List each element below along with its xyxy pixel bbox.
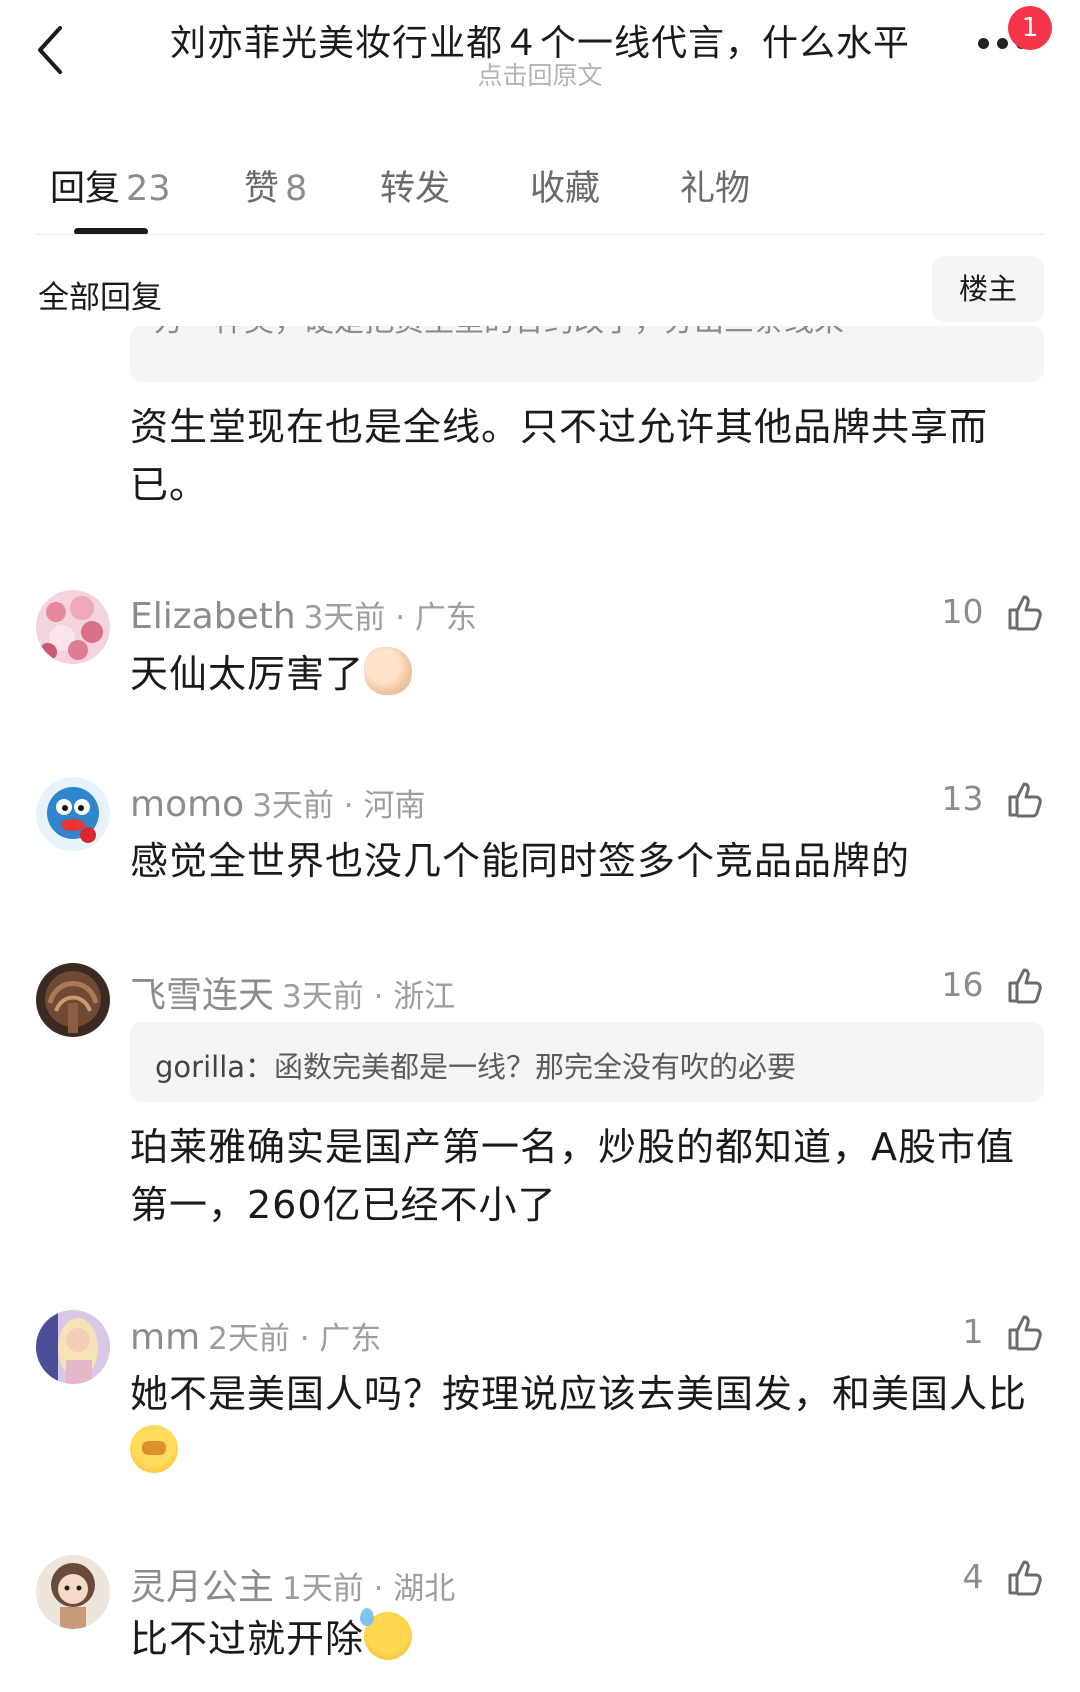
tab-divider bbox=[36, 234, 1044, 235]
tab-label: 礼物 bbox=[680, 169, 751, 209]
comment-text: 她不是美国人吗？按理说应该去美国发，和美国人比 bbox=[130, 1365, 1050, 1481]
like-button[interactable]: 1 bbox=[864, 1310, 1044, 1352]
author-name: mm bbox=[130, 1317, 201, 1358]
comment-meta: 2天前 · 广东 bbox=[208, 1321, 382, 1357]
section-title: 全部回复 bbox=[38, 280, 162, 316]
author-name: momo bbox=[130, 784, 245, 825]
comment-author[interactable]: 飞雪连天 3天前 · 浙江 bbox=[130, 966, 455, 1018]
like-count: 4 bbox=[962, 1557, 984, 1596]
avatar[interactable] bbox=[36, 1310, 110, 1384]
thumbs-up-emoji bbox=[364, 647, 413, 695]
comment-author[interactable]: mm 2天前 · 广东 bbox=[130, 1313, 381, 1358]
thumbs-up-outline-icon bbox=[1008, 1560, 1042, 1595]
chevron-left-icon bbox=[38, 26, 62, 74]
author-name: Elizabeth bbox=[130, 596, 296, 637]
like-count: 13 bbox=[941, 779, 984, 818]
quoted-reply-text: 函数完美都是一线？那完全没有吹的必要 bbox=[274, 1050, 797, 1084]
comment-meta: 3天前 · 河南 bbox=[252, 788, 426, 824]
avatar-image bbox=[36, 1310, 110, 1384]
quoted-reply[interactable]: 方一样美，硬是把资生堂的合约改了，分出三条线来 bbox=[130, 326, 1044, 382]
avatar[interactable] bbox=[36, 1555, 110, 1629]
comment-text: 天仙太厉害了 bbox=[130, 645, 1050, 703]
avatar-image bbox=[36, 590, 110, 664]
tab-count: 23 bbox=[126, 169, 171, 209]
comment-text-content: 比不过就开除 bbox=[130, 1617, 365, 1661]
author-name: 灵月公主 bbox=[130, 1567, 275, 1608]
thumbs-up-outline-icon bbox=[1008, 595, 1042, 630]
quoted-reply-text: 方一样美，硬是把资生堂的合约改了，分出三条线来 bbox=[154, 326, 844, 340]
tab-reposts[interactable]: 转发 bbox=[380, 160, 450, 211]
comment-author[interactable]: 灵月公主 1天前 · 湖北 bbox=[130, 1558, 455, 1610]
tab-gifts[interactable]: 礼物 bbox=[680, 160, 750, 211]
back-button[interactable] bbox=[30, 22, 80, 78]
tab-label: 回复 bbox=[50, 169, 121, 209]
tab-label: 收藏 bbox=[530, 169, 601, 209]
avatar-image bbox=[36, 963, 110, 1037]
comment-text-content: 天仙太厉害了 bbox=[130, 652, 365, 696]
comment-text: 感觉全世界也没几个能同时签多个竞品品牌的 bbox=[130, 839, 911, 883]
comment-author[interactable]: Elizabeth 3天前 · 广东 bbox=[130, 592, 477, 637]
like-button[interactable]: 13 bbox=[864, 777, 1044, 819]
comment-text: 珀莱雅确实是国产第一名，炒股的都知道，A股市值第一，260亿已经不小了 bbox=[130, 1125, 1015, 1227]
face-with-hand-over-mouth-emoji bbox=[130, 1425, 178, 1473]
more-dot bbox=[997, 38, 1008, 49]
comment-text-content: 她不是美国人吗？按理说应该去美国发，和美国人比 bbox=[130, 1372, 1028, 1416]
like-button[interactable]: 4 bbox=[864, 1555, 1044, 1597]
avatar[interactable] bbox=[36, 590, 110, 664]
like-count: 1 bbox=[962, 1312, 984, 1351]
avatar[interactable] bbox=[36, 963, 110, 1037]
like-count: 16 bbox=[941, 965, 984, 1004]
comment-meta: 3天前 · 浙江 bbox=[282, 979, 456, 1015]
like-count: 10 bbox=[941, 592, 984, 631]
like-button[interactable]: 10 bbox=[864, 590, 1044, 632]
notification-badge: 1 bbox=[1008, 6, 1052, 50]
comment-text: 比不过就开除 bbox=[130, 1608, 1050, 1668]
quoted-author: gorilla： bbox=[155, 1050, 275, 1084]
tab-count: 8 bbox=[285, 169, 308, 209]
tab-label: 转发 bbox=[380, 169, 451, 209]
comment-meta: 1天前 · 湖北 bbox=[282, 1571, 456, 1607]
downcast-face-with-sweat-emoji bbox=[360, 1608, 413, 1660]
tab-likes[interactable]: 赞8 bbox=[244, 160, 307, 211]
author-name: 飞雪连天 bbox=[130, 975, 275, 1016]
comment-author[interactable]: momo 3天前 · 河南 bbox=[130, 780, 425, 825]
avatar[interactable] bbox=[36, 777, 110, 851]
comment-meta: 3天前 · 广东 bbox=[303, 600, 477, 636]
thumbs-up-outline-icon bbox=[1008, 1315, 1042, 1350]
like-button[interactable]: 16 bbox=[864, 963, 1044, 1005]
avatar-image bbox=[36, 1555, 110, 1629]
more-dots-icon bbox=[978, 38, 989, 49]
owner-only-button[interactable]: 楼主 bbox=[932, 256, 1044, 322]
quoted-reply[interactable]: gorilla：函数完美都是一线？那完全没有吹的必要 bbox=[130, 1022, 1044, 1102]
tab-replies[interactable]: 回复 23 bbox=[50, 160, 171, 211]
thumbs-up-outline-icon bbox=[1008, 968, 1042, 1003]
comment-text: 资生堂现在也是全线。只不过允许其他品牌共享而已。 bbox=[130, 405, 989, 507]
tab-label: 赞 bbox=[244, 169, 280, 209]
tab-favorites[interactable]: 收藏 bbox=[530, 160, 600, 211]
thumbs-up-outline-icon bbox=[1008, 782, 1042, 817]
back-to-original-link[interactable]: 点击回原文 bbox=[140, 56, 940, 92]
avatar-image bbox=[36, 777, 110, 851]
